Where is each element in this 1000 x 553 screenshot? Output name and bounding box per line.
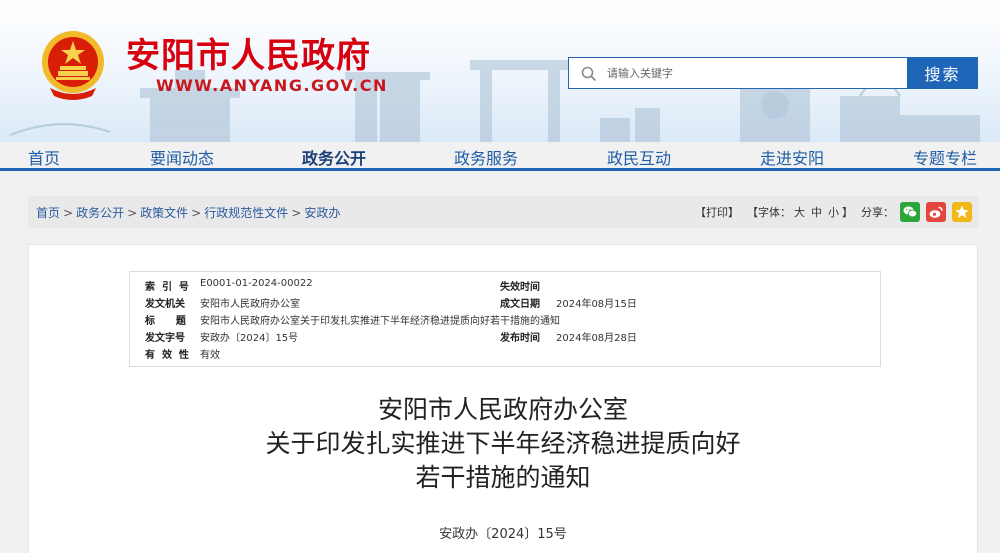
document-title: 安阳市人民政府办公室 关于印发扎实推进下半年经济稳进提质向好 若干措施的通知 [29, 393, 977, 495]
breadcrumb-gov-affairs-open[interactable]: 政务公开 [76, 206, 124, 220]
meta-title-value: 安阳市人民政府办公室关于印发扎实推进下半年经济稳进提质向好若干措施的通知 [200, 316, 560, 327]
document-title-line: 关于印发扎实推进下半年经济稳进提质向好 [265, 429, 741, 458]
breadcrumb-separator: > [291, 206, 302, 220]
share-label: 分享： [861, 206, 894, 219]
meta-index-value: E0001-01-2024-00022 [200, 278, 313, 289]
meta-publish-date-value: 2024年08月28日 [556, 333, 637, 344]
meta-issuer-label: 发文机关 [145, 299, 185, 310]
meta-publish-date-label: 发布时间 [500, 333, 540, 344]
meta-row: 发文字号 安政办〔2024〕15号 发布时间 2024年08月28日 [130, 329, 880, 345]
font-size-label: 【字体： [747, 206, 791, 219]
breadcrumb: 首页 > 政务公开 > 政策文件 > 行政规范性文件 > 安政办 [36, 204, 340, 221]
national-emblem-icon [42, 31, 104, 100]
content-panel: 索 引 号 E0001-01-2024-00022 失效时间 发文机关 安阳市人… [28, 244, 978, 553]
page-tools: 【打印】 【字体： 大 中 小 】 分享： [695, 202, 972, 222]
wechat-icon [903, 206, 918, 218]
weibo-share-button[interactable] [926, 202, 946, 222]
nav-item-gov-affairs-open[interactable]: 政务公开 [302, 145, 366, 169]
document-title-line: 若干措施的通知 [415, 463, 591, 492]
meta-written-date-value: 2024年08月15日 [556, 299, 637, 310]
search-icon [581, 66, 597, 82]
favorite-star-icon [955, 205, 969, 218]
meta-validity-value: 有效 [200, 350, 220, 361]
favorite-share-button[interactable] [952, 202, 972, 222]
meta-issuer-value: 安阳市人民政府办公室 [200, 299, 300, 310]
meta-row: 有 效 性 有效 [130, 346, 880, 362]
document-metadata-table: 索 引 号 E0001-01-2024-00022 失效时间 发文机关 安阳市人… [129, 271, 881, 367]
nav-item-home[interactable]: 首页 [28, 145, 60, 169]
search-button[interactable]: 搜索 [907, 57, 978, 89]
site-url: WWW.ANYANG.GOV.CN [156, 76, 388, 95]
breadcrumb-anzhengban[interactable]: 安政办 [304, 206, 340, 220]
meta-row: 发文机关 安阳市人民政府办公室 成文日期 2024年08月15日 [130, 295, 880, 311]
site-header: 安阳市人民政府 WWW.ANYANG.GOV.CN 搜索 [0, 0, 1000, 142]
print-button[interactable]: 【打印】 [695, 204, 739, 220]
meta-title-label: 标 题 [145, 316, 186, 327]
font-size-large-button[interactable]: 大 [794, 204, 805, 220]
meta-doc-number-label: 发文字号 [145, 333, 185, 344]
breadcrumb-separator: > [63, 206, 74, 220]
meta-row: 标 题 安阳市人民政府办公室关于印发扎实推进下半年经济稳进提质向好若干措施的通知 [130, 312, 880, 328]
main-nav: 首页 要闻动态 政务公开 政务服务 政民互动 走进安阳 专题专栏 [0, 142, 1000, 170]
breadcrumb-policy-docs[interactable]: 政策文件 [140, 206, 188, 220]
nav-item-gov-services[interactable]: 政务服务 [454, 145, 518, 169]
wechat-share-button[interactable] [900, 202, 920, 222]
search-input[interactable] [607, 58, 897, 88]
font-size-close: 】 [842, 206, 853, 219]
font-size-small-button[interactable]: 小 [828, 204, 839, 220]
document-title-line: 安阳市人民政府办公室 [377, 395, 628, 424]
meta-doc-number-value: 安政办〔2024〕15号 [200, 333, 299, 344]
breadcrumb-normative-docs[interactable]: 行政规范性文件 [204, 206, 288, 220]
meta-written-date-label: 成文日期 [500, 299, 540, 310]
nav-item-news[interactable]: 要闻动态 [150, 145, 214, 169]
meta-index-label: 索 引 号 [145, 282, 189, 293]
meta-expiry-label: 失效时间 [500, 282, 540, 293]
meta-validity-label: 有 效 性 [145, 350, 189, 361]
nav-item-interaction[interactable]: 政民互动 [607, 145, 671, 169]
nav-item-about-anyang[interactable]: 走进安阳 [760, 145, 824, 169]
breadcrumb-separator: > [191, 206, 202, 220]
breadcrumb-bar: 首页 > 政务公开 > 政策文件 > 行政规范性文件 > 安政办 【打印】 【字体： 大 中 小… [28, 196, 978, 228]
nav-item-special-topics[interactable]: 专题专栏 [913, 145, 977, 169]
nav-divider [0, 168, 1000, 171]
weibo-icon [929, 206, 943, 218]
breadcrumb-separator: > [127, 206, 138, 220]
font-size-medium-button[interactable]: 中 [811, 204, 822, 220]
search-box [568, 57, 908, 89]
meta-row: 索 引 号 E0001-01-2024-00022 失效时间 [130, 278, 880, 294]
breadcrumb-home[interactable]: 首页 [36, 206, 60, 220]
document-number: 安政办〔2024〕15号 [439, 527, 567, 542]
site-title[interactable]: 安阳市人民政府 [126, 28, 371, 77]
